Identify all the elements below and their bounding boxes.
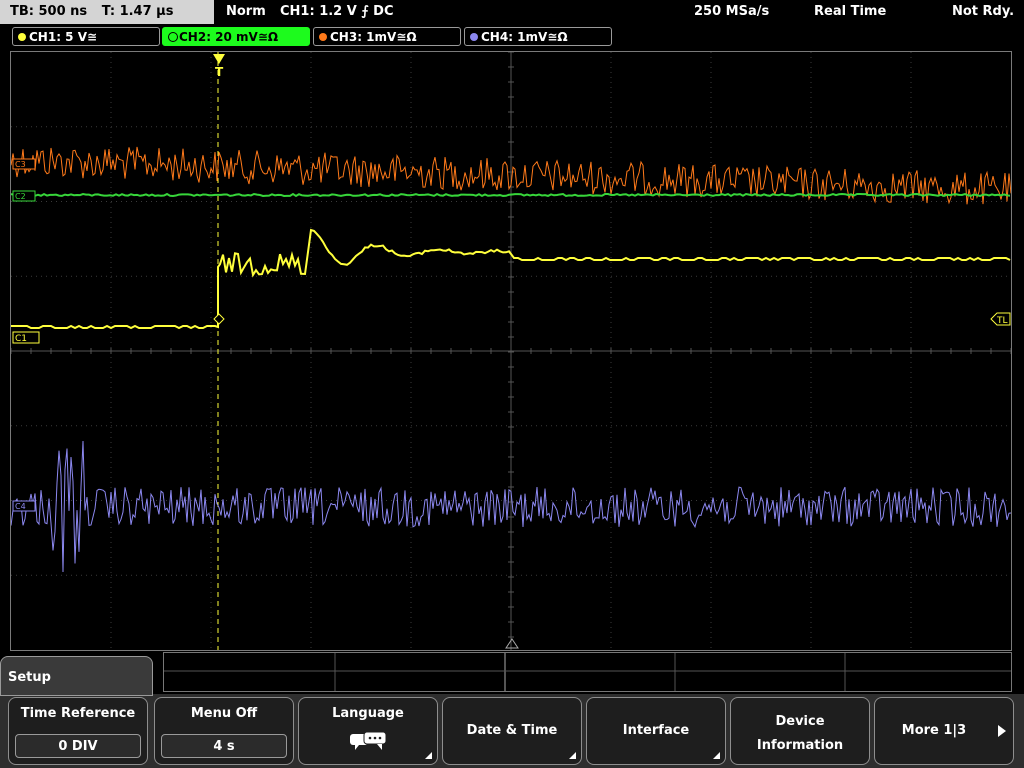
trigger-position-label: T xyxy=(215,65,224,79)
language-button[interactable]: Language xyxy=(298,697,438,765)
date-time-button[interactable]: Date & Time xyxy=(442,697,582,765)
menu-title: Setup xyxy=(8,670,51,685)
trigger-source[interactable]: CH1: 1.2 V ⨍ DC xyxy=(280,0,394,24)
channel-tab-ch4[interactable]: CH4: 1mV≅Ω xyxy=(464,27,612,46)
acquisition-mode: Real Time xyxy=(814,4,887,19)
waveform-canvas: T TL C1 C3 C2 C4 xyxy=(11,52,1011,650)
graticule xyxy=(11,52,1011,650)
ready-state: Not Rdy. xyxy=(952,4,1015,19)
ch3-label: CH3: 1mV≅Ω xyxy=(330,30,417,44)
menu-off-button[interactable]: Menu Off 4 s xyxy=(154,697,294,765)
center-marker-icon xyxy=(505,638,519,649)
menu-off-label: Menu Off xyxy=(190,706,258,721)
trigger-point-marker xyxy=(213,313,225,325)
trigger-mode[interactable]: Norm xyxy=(226,0,266,24)
ch2-offset-marker[interactable]: C2 xyxy=(12,190,36,202)
trigger-level-marker[interactable]: TL xyxy=(990,312,1011,326)
menu-off-value: 4 s xyxy=(161,734,287,758)
ch1-color-dot xyxy=(18,33,26,41)
ch4-offset-marker[interactable]: C4 xyxy=(12,500,36,512)
arrow-right-icon xyxy=(998,725,1006,737)
more-label: More 1|3 xyxy=(901,723,967,738)
time-reference-value: 0 DIV xyxy=(15,734,141,758)
ch1-label: CH1: 5 V≅ xyxy=(29,30,98,44)
time-reference-button[interactable]: Time Reference 0 DIV xyxy=(8,697,148,765)
sample-rate: 250 MSa/s xyxy=(694,4,770,19)
ch3-color-dot xyxy=(319,33,327,41)
interface-button[interactable]: Interface xyxy=(586,697,726,765)
ch2-label: CH2: 20 mV≅Ω xyxy=(179,30,279,44)
submenu-indicator-icon xyxy=(425,752,432,759)
more-button[interactable]: More 1|3 xyxy=(874,697,1014,765)
channel-tabs: CH1: 5 V≅ CH2: 20 mV≅Ω CH3: 1mV≅Ω CH4: 1… xyxy=(0,25,1024,49)
trigger-time-value: T: 1.47 µs xyxy=(101,4,174,19)
submenu-indicator-icon xyxy=(713,752,720,759)
ch4-label: CH4: 1mV≅Ω xyxy=(481,30,568,44)
waveform-display[interactable]: T TL C1 C3 C2 C4 xyxy=(10,51,1012,651)
status-bar: TB: 500 ns T: 1.47 µs Norm CH1: 1.2 V ⨍ … xyxy=(0,0,1024,24)
ch3-offset-marker[interactable]: C3 xyxy=(12,158,36,170)
date-time-label: Date & Time xyxy=(466,723,558,738)
speech-bubble-icon xyxy=(350,731,387,750)
history-scale xyxy=(163,652,1012,692)
ch2-marker-label: C2 xyxy=(15,192,26,201)
trigger-position-marker[interactable] xyxy=(213,54,225,64)
ch4-color-dot xyxy=(470,33,478,41)
ch2-color-dot xyxy=(168,32,178,42)
device-information-label: Device Information xyxy=(756,714,844,753)
trigger-level-label: TL xyxy=(996,316,1008,326)
channel-tab-ch1[interactable]: CH1: 5 V≅ xyxy=(12,27,160,46)
language-label: Language xyxy=(332,706,404,721)
time-reference-label: Time Reference xyxy=(20,706,136,721)
channel-tab-ch2[interactable]: CH2: 20 mV≅Ω xyxy=(162,27,310,46)
ch1-offset-marker[interactable]: C1 xyxy=(12,331,40,344)
device-information-button[interactable]: Device Information xyxy=(730,697,870,765)
submenu-indicator-icon xyxy=(569,752,576,759)
timebase-box[interactable]: TB: 500 ns T: 1.47 µs xyxy=(0,0,214,24)
ch1-marker-label: C1 xyxy=(15,334,27,344)
channel-tab-ch3[interactable]: CH3: 1mV≅Ω xyxy=(313,27,461,46)
ch3-marker-label: C3 xyxy=(15,160,26,169)
timebase-value: TB: 500 ns xyxy=(10,4,88,19)
ch4-marker-label: C4 xyxy=(15,502,26,511)
interface-label: Interface xyxy=(622,723,690,738)
